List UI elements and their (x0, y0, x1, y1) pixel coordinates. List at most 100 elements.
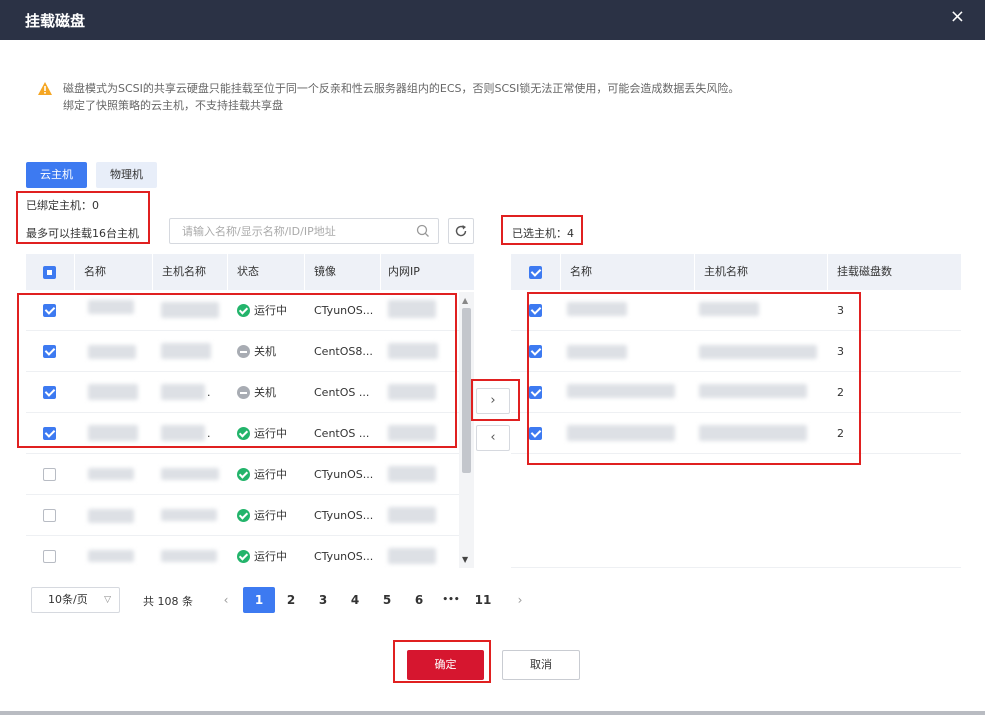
page-size-select[interactable]: 10条/页 ▽ (31, 587, 120, 613)
notice-line-2: 绑定了快照策略的云主机，不支持挂载共享盘 (63, 99, 283, 112)
image-cell: CTyunOS... (314, 468, 374, 481)
running-icon (237, 426, 250, 440)
selected-row[interactable]: 2 (511, 372, 961, 413)
page-3[interactable]: 3 (307, 587, 339, 613)
chevron-down-icon: ▽ (104, 595, 111, 605)
tab-cloud-host[interactable]: 云主机 (26, 162, 87, 188)
table-row[interactable]: 运行中 CTyunOS... (26, 290, 459, 331)
selected-row[interactable]: 3 (511, 331, 961, 372)
running-icon (237, 508, 250, 522)
page-2[interactable]: 2 (275, 587, 307, 613)
stopped-icon (237, 344, 250, 358)
move-left-button[interactable]: ‹ (476, 425, 510, 451)
table-row[interactable]: 运行中 CTyunOS... (26, 536, 459, 577)
search-icon[interactable] (416, 224, 430, 238)
refresh-icon (455, 225, 467, 237)
running-icon (237, 303, 250, 317)
cancel-button[interactable]: 取消 (502, 650, 580, 680)
bottom-edge (0, 711, 985, 715)
row-checkbox[interactable] (529, 386, 542, 399)
page-5[interactable]: 5 (371, 587, 403, 613)
chevron-right-icon: › (490, 393, 496, 408)
col-hostname: 主机名称 (162, 265, 206, 278)
row-checkbox[interactable] (529, 304, 542, 317)
select-all-checkbox[interactable] (43, 266, 56, 279)
col-hostname: 主机名称 (704, 265, 748, 278)
tab-physical-host[interactable]: 物理机 (96, 162, 157, 188)
status-cell: 运行中 (237, 495, 287, 536)
disk-count: 3 (837, 345, 844, 358)
table-row[interactable]: . 关机 CentOS ... (26, 372, 459, 413)
status-cell: 运行中 (237, 290, 287, 331)
table-scrollbar[interactable]: ▲ ▼ (459, 292, 474, 568)
row-checkbox[interactable] (529, 345, 542, 358)
col-name: 名称 (84, 265, 106, 278)
row-checkbox[interactable] (43, 386, 56, 399)
image-cell: CentOS ... (314, 427, 370, 440)
scroll-down-icon[interactable]: ▼ (462, 555, 468, 564)
running-icon (237, 549, 250, 563)
col-disk-count: 挂载磁盘数 (837, 265, 892, 278)
right-table-bottom-border (511, 567, 961, 568)
status-cell: 运行中 (237, 413, 287, 454)
select-all-selected-checkbox[interactable] (529, 266, 542, 279)
warning-icon (38, 82, 52, 95)
row-checkbox[interactable] (529, 427, 542, 440)
col-private-ip: 内网IP (388, 265, 420, 278)
table-row[interactable]: 运行中 CTyunOS... (26, 495, 459, 536)
search-input[interactable] (182, 223, 402, 239)
image-cell: CTyunOS... (314, 304, 374, 317)
status-cell: 关机 (237, 372, 276, 413)
disk-count: 2 (837, 386, 844, 399)
close-icon[interactable]: × (950, 8, 965, 26)
col-name: 名称 (570, 265, 592, 278)
row-checkbox[interactable] (43, 304, 56, 317)
dialog-title: 挂载磁盘 (25, 12, 86, 30)
right-table-header: 名称 主机名称 挂载磁盘数 (511, 254, 961, 290)
table-row[interactable]: 关机 CentOS8... (26, 331, 459, 372)
table-row[interactable]: . 运行中 CentOS ... (26, 413, 459, 454)
total-count: 共 108 条 (143, 595, 193, 608)
status-cell: 关机 (237, 331, 276, 372)
image-cell: CTyunOS... (314, 550, 374, 563)
page-11[interactable]: 11 (467, 587, 499, 613)
selected-row[interactable]: 2 (511, 413, 961, 454)
row-checkbox[interactable] (43, 509, 56, 522)
disk-count: 2 (837, 427, 844, 440)
page-1[interactable]: 1 (243, 587, 275, 613)
row-checkbox[interactable] (43, 345, 56, 358)
move-right-button[interactable]: › (476, 388, 510, 414)
next-page-button[interactable]: › (504, 587, 536, 613)
scroll-up-icon[interactable]: ▲ (462, 296, 468, 305)
image-cell: CTyunOS... (314, 509, 374, 522)
dialog-header: 挂载磁盘 × (0, 0, 985, 40)
scroll-thumb[interactable] (462, 308, 471, 473)
page-4[interactable]: 4 (339, 587, 371, 613)
col-image: 镜像 (314, 265, 336, 278)
status-cell: 运行中 (237, 454, 287, 495)
image-cell: CentOS ... (314, 386, 370, 399)
selected-hosts-count: 已选主机：4 (512, 227, 574, 240)
selected-row[interactable]: 3 (511, 290, 961, 331)
row-checkbox[interactable] (43, 550, 56, 563)
col-status: 状态 (237, 265, 259, 278)
refresh-button[interactable] (448, 218, 474, 244)
host-suffix: . (207, 427, 211, 440)
prev-page-button[interactable]: ‹ (210, 587, 242, 613)
notice-line-1: 磁盘模式为SCSI的共享云硬盘只能挂载至位于同一个反亲和性云服务器组内的ECS，… (63, 82, 740, 95)
stopped-icon (237, 385, 250, 399)
row-checkbox[interactable] (43, 427, 56, 440)
host-suffix: . (207, 386, 211, 399)
disk-count: 3 (837, 304, 844, 317)
page-ellipsis[interactable]: ••• (435, 587, 467, 613)
table-row[interactable]: 运行中 CTyunOS... (26, 454, 459, 495)
running-icon (237, 467, 250, 481)
row-checkbox[interactable] (43, 468, 56, 481)
search-box (169, 218, 439, 244)
max-hosts-hint: 最多可以挂载16台主机 (26, 227, 139, 240)
page-size-label: 10条/页 (48, 593, 88, 606)
page-6[interactable]: 6 (403, 587, 435, 613)
chevron-left-icon: ‹ (490, 430, 496, 445)
status-cell: 运行中 (237, 536, 287, 577)
confirm-button[interactable]: 确定 (407, 650, 484, 680)
